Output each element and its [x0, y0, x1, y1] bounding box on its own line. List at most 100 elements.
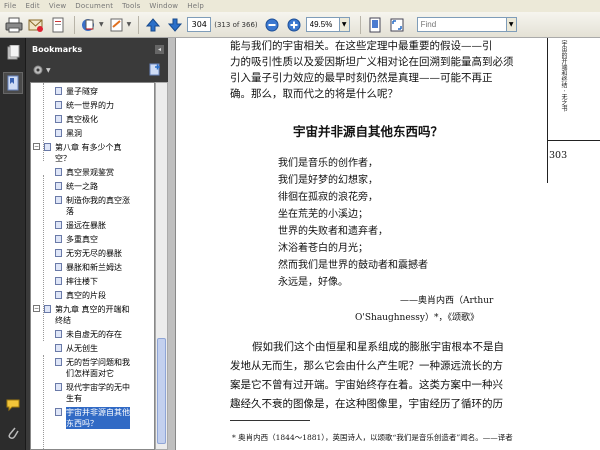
pages-panel-button[interactable]	[3, 42, 23, 64]
full-screen-button[interactable]	[387, 15, 407, 35]
margin-rule	[547, 38, 548, 183]
bookmark-label: 多重真空	[66, 235, 98, 244]
bookmark-label: 真空景观鉴赏	[66, 168, 114, 177]
poem-line: 我们是好梦的幻想家，	[278, 175, 378, 186]
margin-rule	[547, 140, 600, 141]
collapse-toggle-icon[interactable]: −	[33, 305, 40, 312]
section-heading: 宇宙并非源自其他东西吗？	[293, 124, 444, 139]
bookmark-item[interactable]: 宇宙并非源自其他 东西吗？	[31, 407, 154, 432]
bookmark-item[interactable]: 遥远在暴胀	[31, 220, 154, 234]
minus-circle-icon	[265, 18, 279, 31]
bookmark-item[interactable]: 从无创生	[31, 343, 154, 357]
menu-help[interactable]: Help	[187, 2, 204, 10]
close-icon: ◂	[157, 45, 161, 53]
bookmark-label: 真空极化	[66, 115, 98, 124]
bookmarks-toolbar: ▼	[26, 60, 168, 80]
bookmark-icon	[55, 115, 62, 123]
menu-window[interactable]: Window	[149, 2, 178, 10]
print-button[interactable]	[4, 15, 24, 35]
bookmark-item[interactable]: 统一之路	[31, 181, 154, 195]
poem-attribution: ——奥肖内西（Arthur	[400, 296, 494, 306]
page-view-icon	[369, 17, 381, 32]
attach-button[interactable]	[48, 15, 68, 35]
create-pdf-button[interactable]	[79, 15, 99, 35]
bookmark-item[interactable]: 黑洞	[31, 128, 154, 142]
bookmark-item[interactable]: 制造你我的真空涨 落	[31, 195, 154, 220]
bookmark-item[interactable]: 无的哲学问题和我 们怎样面对它	[31, 357, 154, 382]
menu-view[interactable]: View	[49, 2, 66, 10]
bookmark-item[interactable]: 真空极化	[31, 114, 154, 128]
document-clip-icon	[52, 17, 64, 32]
comments-panel-button[interactable]	[3, 394, 23, 416]
intro-line: 引入量子引力效应的最早时刻仍然是真理——可能不再正	[230, 72, 493, 84]
bookmark-item[interactable]: 无穷无尽的暴胀	[31, 248, 154, 262]
review-button[interactable]	[107, 15, 127, 35]
bookmark-chapter[interactable]: − 第八章 有多少个真 空？	[31, 142, 154, 167]
close-panel-button[interactable]: ◂	[155, 44, 164, 54]
zoom-level-input[interactable]	[305, 17, 340, 32]
bookmarks-panel-button[interactable]	[3, 72, 23, 94]
next-page-button[interactable]	[165, 15, 185, 35]
page-number-input[interactable]	[187, 17, 212, 32]
zoom-dropdown-button[interactable]: ▼	[339, 17, 350, 32]
bookmark-icon	[55, 129, 62, 137]
bookmark-icon	[55, 168, 62, 176]
bookmark-icon	[55, 235, 62, 243]
bookmark-label: 摔往楼下	[66, 277, 98, 286]
bookmarks-panel: Bookmarks ◂ ▼ 量子隧穿 统一世界的力 真空极化黑洞 − 第八章 有多少个真…	[26, 38, 168, 450]
envelope-icon	[28, 19, 43, 32]
toolbar-separator	[138, 15, 140, 34]
bookmarks-scrollbar[interactable]	[155, 82, 168, 450]
arrow-down-icon	[168, 18, 183, 32]
bookmark-item[interactable]: 现代宇宙学的无中 生有	[31, 382, 154, 407]
arrow-up-icon	[146, 17, 161, 31]
menu-tools[interactable]: Tools	[122, 2, 140, 10]
bookmark-item[interactable]: 摔往楼下	[31, 276, 154, 290]
bookmark-item[interactable]: 量子隧穿	[31, 86, 154, 100]
zoom-in-button[interactable]	[284, 15, 304, 35]
previous-page-button[interactable]	[143, 15, 163, 35]
bookmark-item[interactable]: 暴胀和新兰姆达	[31, 262, 154, 276]
running-head: 宇宙的开端和终结 · 无之书	[560, 40, 567, 112]
bookmark-item[interactable]: 真空景观鉴赏	[31, 167, 154, 181]
poem-line: 沐浴着苍白的月光；	[278, 243, 368, 254]
footnote-rule	[230, 420, 310, 421]
bookmark-item[interactable]: 多重真空	[31, 234, 154, 248]
zoom-out-button[interactable]	[262, 15, 282, 35]
options-menu-button[interactable]: ▼	[32, 64, 51, 76]
bookmark-label: 无的哲学问题和我 们怎样面对它	[66, 358, 130, 378]
poem-line: 永远是，好像。	[278, 277, 348, 288]
bookmarks-header: Bookmarks ◂	[26, 38, 168, 60]
find-dropdown-button[interactable]: ▼	[506, 17, 517, 32]
bookmark-item[interactable]: 真空的片段	[31, 290, 154, 304]
bookmark-label: 无穷无尽的暴胀	[66, 249, 122, 258]
pages-icon	[7, 45, 20, 60]
scrollbar-thumb[interactable]	[157, 338, 166, 444]
bookmark-item[interactable]: 统一世界的力	[31, 100, 154, 114]
bookmark-label: 宇宙并非源自其他 东西吗？	[66, 407, 130, 429]
menu-file[interactable]: File	[4, 2, 17, 10]
bookmark-icon	[55, 291, 62, 299]
bookmark-label: 遥远在暴胀	[66, 221, 106, 230]
facing-page-margin	[547, 38, 600, 450]
chevron-down-icon[interactable]: ▼	[127, 21, 132, 28]
fit-page-button[interactable]	[365, 15, 385, 35]
new-bookmark-icon	[149, 63, 160, 75]
bookmark-icon	[55, 263, 62, 271]
body-line: 案是它不曾有过开端。宇宙始终存在着。这类方案中一种兴	[230, 379, 503, 391]
attachments-panel-button[interactable]	[3, 422, 23, 444]
body-line: 发地从无而生，那么它会由什么产生呢？一种源远流长的方	[230, 360, 503, 372]
menu-document[interactable]: Document	[75, 2, 113, 10]
page-gutter	[168, 38, 176, 450]
bookmark-item[interactable]: 未自虚无的存在	[31, 329, 154, 343]
email-button[interactable]	[26, 15, 46, 35]
bookmark-icon	[55, 277, 62, 285]
bookmark-label: 现代宇宙学的无中 生有	[66, 383, 130, 403]
new-bookmark-button[interactable]	[148, 62, 162, 79]
chevron-down-icon[interactable]: ▼	[99, 21, 104, 28]
bookmark-chapter[interactable]: − 第九章 真空的开端和 终结	[31, 304, 154, 329]
find-input[interactable]	[416, 17, 507, 32]
collapse-toggle-icon[interactable]: −	[33, 143, 40, 150]
menu-edit[interactable]: Edit	[26, 2, 40, 10]
navigation-strip	[0, 38, 26, 450]
